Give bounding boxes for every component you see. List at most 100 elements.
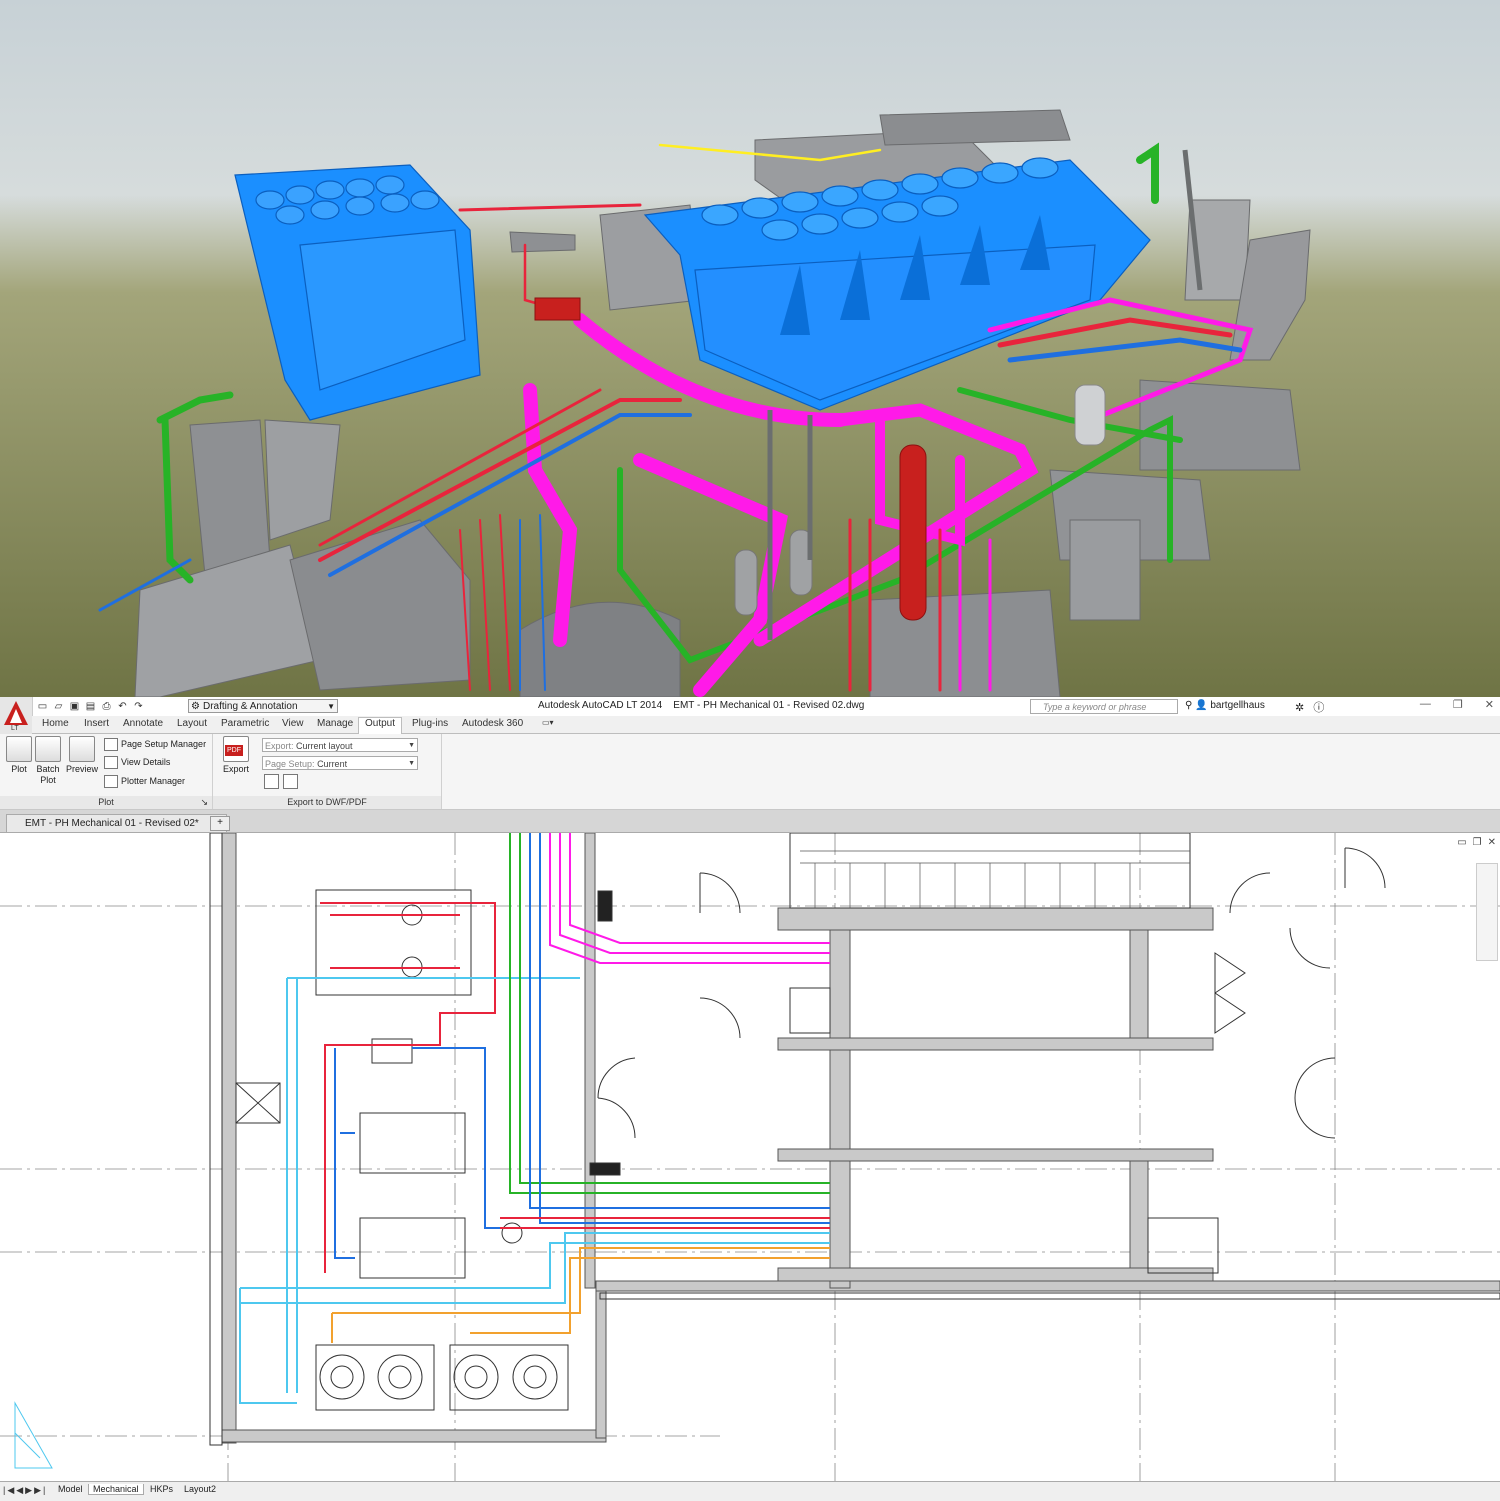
layout-nav-arrows[interactable]: |◀◀▶▶| (3, 1485, 47, 1496)
tab-output[interactable]: Output (358, 717, 403, 734)
new-tab-button[interactable]: + (210, 816, 230, 831)
page-setup-value: Current (317, 759, 348, 769)
tab-manage[interactable]: Manage (317, 718, 353, 729)
plotter-manager-button[interactable]: Plotter Manager (104, 775, 185, 788)
batch-plot-label-1: Batch (36, 764, 60, 774)
ribbon-tab-row: Home Insert Annotate Layout Parametric V… (32, 716, 1500, 734)
layout-tab-bar: |◀◀▶▶| Model Mechanical HKPs Layout2 (0, 1481, 1500, 1501)
plotter-manager-label: Plotter Manager (121, 775, 186, 786)
restore-icon[interactable]: ❐ (1453, 698, 1463, 711)
tab-plug-ins[interactable]: Plug-ins (412, 718, 448, 729)
ribbon-toggle-icon[interactable]: ▭▾ (542, 718, 554, 727)
document-tab[interactable]: EMT - PH Mechanical 01 - Revised 02* ✕ (6, 814, 227, 832)
viewport-controls: ▭ ❐ ✕ (1457, 837, 1496, 848)
search-placeholder: Type a keyword or phrase (1043, 702, 1147, 712)
redo-icon[interactable]: ↷ (132, 701, 145, 713)
user-icon: 👤 (1195, 700, 1208, 711)
workspace-label: Drafting & Annotation (203, 701, 298, 712)
open-file-icon[interactable]: ▱ (52, 701, 65, 713)
page-setup-manager-label: Page Setup Manager (121, 738, 207, 749)
app-badge: LT (11, 725, 19, 732)
page-setup-label: Page Setup: (265, 759, 315, 769)
page-setup-dropdown[interactable]: Page Setup: Current ▼ (262, 756, 418, 770)
layout-tab-model[interactable]: Model (54, 1484, 87, 1494)
tab-autodesk-360[interactable]: Autodesk 360 (462, 718, 523, 729)
view-details-label: View Details (121, 756, 171, 767)
layout-tab-mechanical[interactable]: Mechanical (88, 1484, 144, 1495)
page-setup-icon (104, 738, 118, 751)
layout-tab-layout2[interactable]: Layout2 (180, 1484, 220, 1494)
tab-layout[interactable]: Layout (177, 718, 207, 729)
navigation-bar[interactable] (1476, 863, 1498, 961)
save-icon[interactable]: ▣ (68, 701, 81, 713)
pdf-icon: PDF (223, 736, 249, 762)
tab-view[interactable]: View (282, 718, 304, 729)
tab-parametric[interactable]: Parametric (221, 718, 269, 729)
help-icon[interactable]: ⓘ (1313, 702, 1324, 714)
export-scope-label: Export: (265, 741, 294, 751)
autocad-window: ▭ ▱ ▣ ▤ ⎙ ↶ ↷ ⚙ Drafting & Annotation ▼ … (0, 697, 1500, 1501)
preview-export-icon[interactable] (264, 774, 279, 789)
quick-access-toolbar: ▭ ▱ ▣ ▤ ⎙ ↶ ↷ (36, 699, 145, 714)
close-icon[interactable]: ✕ (1485, 698, 1494, 711)
viewport-maximize-icon[interactable]: ❐ (1473, 837, 1482, 848)
gear-icon: ⚙ (191, 701, 200, 712)
view-details-button[interactable]: View Details (104, 756, 170, 769)
printer-icon (6, 736, 32, 762)
binoculars-icon[interactable]: ⚲ (1185, 700, 1192, 711)
export-scope-dropdown[interactable]: Export: Current layout ▼ (262, 738, 418, 752)
batch-printer-icon (35, 736, 61, 762)
viewport-minimize-icon[interactable]: ▭ (1457, 837, 1466, 848)
application-menu-button[interactable]: LT (0, 697, 33, 735)
plot-panel-title[interactable]: Plot ↘ (0, 796, 212, 809)
document-tab-label: EMT - PH Mechanical 01 - Revised 02* (25, 818, 199, 829)
preview-button[interactable]: Preview (64, 736, 100, 775)
batch-plot-button[interactable]: Batch Plot (33, 736, 63, 786)
user-account[interactable]: ⚲ 👤 bartgellhaus (1185, 700, 1265, 711)
plotter-icon (104, 775, 118, 788)
plot-button[interactable]: Plot (4, 736, 34, 775)
new-file-icon[interactable]: ▭ (36, 701, 49, 713)
magnifier-icon (69, 736, 95, 762)
tab-insert[interactable]: Insert (84, 718, 109, 729)
batch-plot-label-2: Plot (40, 775, 56, 785)
minimize-icon[interactable]: — (1420, 698, 1431, 711)
file-name: EMT - PH Mechanical 01 - Revised 02.dwg (673, 700, 865, 711)
chevron-down-icon: ▼ (327, 702, 335, 711)
chevron-down-icon: ▼ (408, 760, 415, 767)
export-scope-value: Current layout (296, 741, 353, 751)
page-setup-manager-button[interactable]: Page Setup Manager (104, 738, 206, 751)
panel-expand-icon[interactable]: ↘ (200, 796, 208, 809)
viewport-close-icon[interactable]: ✕ (1488, 837, 1496, 848)
chevron-down-icon: ▼ (408, 742, 415, 749)
floor-plan-drawing (0, 833, 1500, 1481)
details-icon (104, 756, 118, 769)
preview-label: Preview (65, 764, 98, 774)
render-3d-view (0, 0, 1500, 697)
undo-icon[interactable]: ↶ (116, 701, 129, 713)
print-icon[interactable]: ⎙ (100, 701, 113, 713)
app-name: Autodesk AutoCAD LT 2014 (538, 700, 663, 711)
export-label: Export (222, 764, 249, 774)
search-input[interactable]: Type a keyword or phrase (1030, 699, 1178, 714)
document-tab-bar: EMT - PH Mechanical 01 - Revised 02* ✕ + (0, 810, 1500, 833)
ribbon: Plot Batch Plot Preview Page Setup Manag… (0, 734, 1500, 810)
drawing-canvas[interactable]: ▭ ❐ ✕ (0, 833, 1500, 1481)
export-panel-label: Export to DWF/PDF (287, 797, 367, 807)
plot-panel-label: Plot (98, 797, 114, 807)
help-tools: ✲ ⓘ (1295, 699, 1324, 715)
save-as-icon[interactable]: ▤ (84, 701, 97, 713)
plot-panel: Plot Batch Plot Preview Page Setup Manag… (0, 734, 213, 809)
export-options-icon[interactable] (283, 774, 298, 789)
exchange-icon[interactable]: ✲ (1295, 702, 1304, 714)
export-panel: PDF Export Export: Current layout ▼ Page… (213, 734, 442, 809)
workspace-dropdown[interactable]: ⚙ Drafting & Annotation ▼ (188, 699, 338, 713)
pdf-badge: PDF (225, 745, 243, 756)
export-button[interactable]: PDF Export (221, 736, 251, 775)
window-title: Autodesk AutoCAD LT 2014 EMT - PH Mechan… (538, 700, 864, 711)
layout-tab-hkps[interactable]: HKPs (146, 1484, 177, 1494)
title-bar: ▭ ▱ ▣ ▤ ⎙ ↶ ↷ ⚙ Drafting & Annotation ▼ … (0, 697, 1500, 717)
tab-annotate[interactable]: Annotate (123, 718, 163, 729)
tab-home[interactable]: Home (42, 718, 69, 729)
window-controls: — ❐ ✕ (1420, 698, 1494, 711)
